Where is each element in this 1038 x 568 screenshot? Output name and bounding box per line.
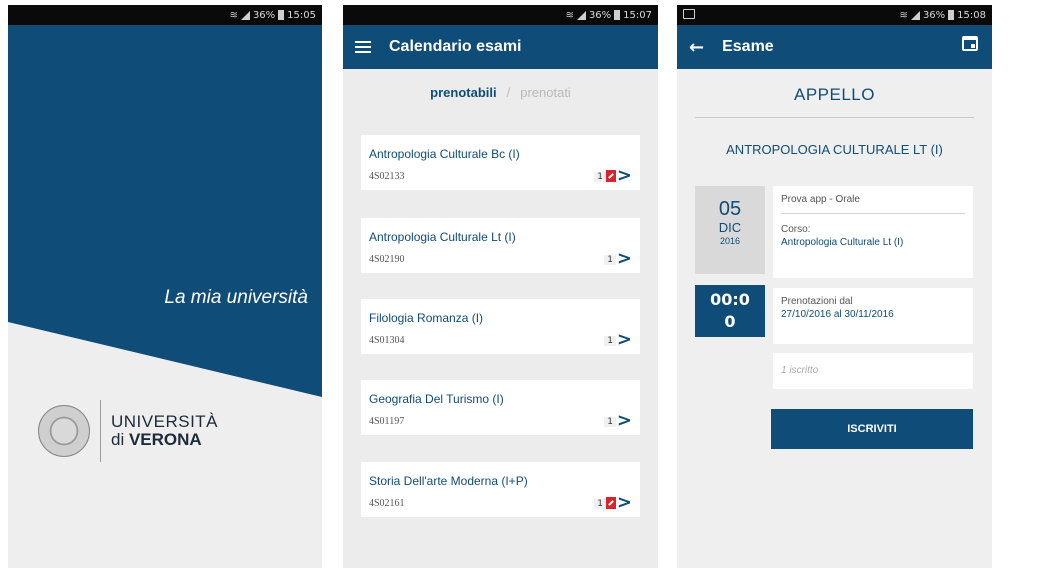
prenotazioni-card: Prenotazioni dal 27/10/2016 al 30/11/201… bbox=[773, 288, 973, 344]
tab-separator: / bbox=[506, 84, 511, 100]
battery-icon bbox=[948, 10, 955, 20]
logo-line2: di VERONA bbox=[111, 431, 218, 449]
divider bbox=[695, 117, 974, 118]
exam-code: 4S01197 bbox=[369, 416, 405, 427]
logo-line1: UNIVERSITÀ bbox=[111, 412, 219, 431]
date-day: 05 bbox=[718, 198, 742, 220]
pencil-flag-icon bbox=[606, 170, 616, 182]
exam-code: 4S02133 bbox=[369, 171, 405, 182]
pencil-flag-icon bbox=[606, 497, 616, 509]
battery-percent: 36% bbox=[922, 9, 946, 21]
tab-prenotati[interactable]: prenotati bbox=[520, 85, 571, 100]
exam-name: Storia Dell'arte Moderna (I+P) bbox=[369, 474, 528, 488]
exam-name: ANTROPOLOGIA CULTURALE LT (I) bbox=[726, 142, 943, 157]
date-month: DIC bbox=[718, 220, 742, 235]
chevron-right-icon[interactable]: > bbox=[617, 329, 632, 350]
iscritti-count: 1 iscritto bbox=[781, 365, 819, 376]
exam-name: Geografia Del Turismo (I) bbox=[369, 392, 504, 406]
signal-icon bbox=[910, 10, 920, 20]
exam-list-item[interactable]: Storia Dell'arte Moderna (I+P) 4S02161 1 > bbox=[361, 462, 640, 517]
exam-info-card: Prova app - Orale Corso: Antropologia Cu… bbox=[773, 186, 973, 278]
logo-wordmark: UNIVERSITÀ di VERONA bbox=[111, 413, 218, 449]
menu-icon[interactable] bbox=[355, 41, 371, 53]
chevron-right-icon[interactable]: > bbox=[617, 410, 632, 431]
corso-label: Corso: bbox=[781, 224, 811, 235]
prenotazioni-value: 27/10/2016 al 30/11/2016 bbox=[781, 309, 894, 320]
section-heading: APPELLO bbox=[794, 85, 875, 104]
logo-line2-prefix: di bbox=[111, 430, 125, 449]
status-bar: ≋ 36% 15:05 bbox=[8, 5, 322, 25]
exam-name: Antropologia Culturale Bc (I) bbox=[369, 147, 520, 161]
date-year: 2016 bbox=[719, 236, 741, 246]
exam-code: 4S02161 bbox=[369, 498, 405, 509]
count-badge: 1 bbox=[594, 172, 606, 182]
splash-blue-panel bbox=[8, 25, 322, 397]
notification-icon bbox=[683, 9, 695, 19]
exam-list-item[interactable]: Filologia Romanza (I) 4S01304 1 > bbox=[361, 299, 640, 354]
splash-screen: ≋ 36% 15:05 La mia università UNIVERSITÀ… bbox=[8, 5, 322, 568]
battery-icon bbox=[614, 10, 621, 20]
exam-list-item[interactable]: Geografia Del Turismo (I) 4S01197 1 > bbox=[361, 380, 640, 435]
battery-percent: 36% bbox=[588, 9, 612, 21]
tab-prenotabili[interactable]: prenotabili bbox=[430, 85, 496, 100]
signal-icon bbox=[576, 10, 586, 20]
wifi-icon: ≋ bbox=[229, 9, 238, 21]
prenotazioni-label: Prenotazioni dal bbox=[781, 296, 853, 307]
chevron-right-icon[interactable]: > bbox=[617, 165, 632, 186]
status-time: 15:05 bbox=[287, 9, 316, 21]
university-logo: UNIVERSITÀ di VERONA bbox=[38, 400, 218, 462]
page-title: Calendario esami bbox=[389, 38, 522, 55]
date-box: 05 DIC 2016 bbox=[695, 186, 765, 274]
count-badge: 1 bbox=[604, 417, 616, 427]
exam-time: 00:0 0 bbox=[710, 290, 750, 331]
signal-icon bbox=[240, 10, 250, 20]
prova-type: Prova app - Orale bbox=[781, 194, 860, 205]
exam-list-item[interactable]: Antropologia Culturale Bc (I) 4S02133 1 > bbox=[361, 135, 640, 190]
battery-icon bbox=[278, 10, 285, 20]
time-box: 00:0 0 bbox=[695, 285, 765, 337]
app-bar: ← Esame bbox=[677, 25, 992, 69]
tagline: La mia università bbox=[164, 287, 308, 308]
university-seal-icon bbox=[38, 405, 90, 457]
exam-code: 4S02190 bbox=[369, 254, 405, 265]
tab-bar: prenotabili / prenotati bbox=[343, 69, 658, 115]
screenshot-collage: ≋ 36% 15:05 La mia università UNIVERSITÀ… bbox=[0, 0, 1038, 568]
wifi-icon: ≋ bbox=[899, 9, 908, 21]
app-bar: Calendario esami bbox=[343, 25, 658, 69]
calendar-icon[interactable] bbox=[962, 36, 978, 51]
corso-value: Antropologia Culturale Lt (I) bbox=[781, 237, 904, 248]
battery-percent: 36% bbox=[252, 9, 276, 21]
page-title: Esame bbox=[722, 38, 774, 55]
exam-name: Antropologia Culturale Lt (I) bbox=[369, 230, 516, 244]
exam-list-item[interactable]: Antropologia Culturale Lt (I) 4S02190 1 > bbox=[361, 218, 640, 273]
status-time: 15:08 bbox=[957, 9, 986, 21]
status-bar: ≋ 36% 15:08 bbox=[677, 5, 992, 25]
count-badge: 1 bbox=[604, 336, 616, 346]
count-badge: 1 bbox=[594, 499, 606, 509]
logo-line2-bold: VERONA bbox=[128, 430, 202, 449]
calendar-screen: ≋ 36% 15:07 Calendario esami prenotabili… bbox=[343, 5, 658, 568]
iscriviti-button[interactable]: ISCRIVITI bbox=[771, 409, 973, 449]
exam-detail-screen: ≋ 36% 15:08 ← Esame APPELLO ANTROPOLOGIA… bbox=[677, 5, 992, 568]
back-arrow-icon[interactable]: ← bbox=[689, 37, 704, 58]
chevron-right-icon[interactable]: > bbox=[617, 248, 632, 269]
exam-code: 4S01304 bbox=[369, 335, 405, 346]
info-divider bbox=[781, 213, 965, 214]
chevron-right-icon[interactable]: > bbox=[617, 492, 632, 513]
iscritti-card: 1 iscritto bbox=[773, 353, 973, 389]
status-bar: ≋ 36% 15:07 bbox=[343, 5, 658, 25]
exam-name: Filologia Romanza (I) bbox=[369, 311, 484, 325]
status-time: 15:07 bbox=[623, 9, 652, 21]
count-badge: 1 bbox=[604, 255, 616, 265]
logo-divider bbox=[100, 400, 101, 462]
wifi-icon: ≋ bbox=[565, 9, 574, 21]
